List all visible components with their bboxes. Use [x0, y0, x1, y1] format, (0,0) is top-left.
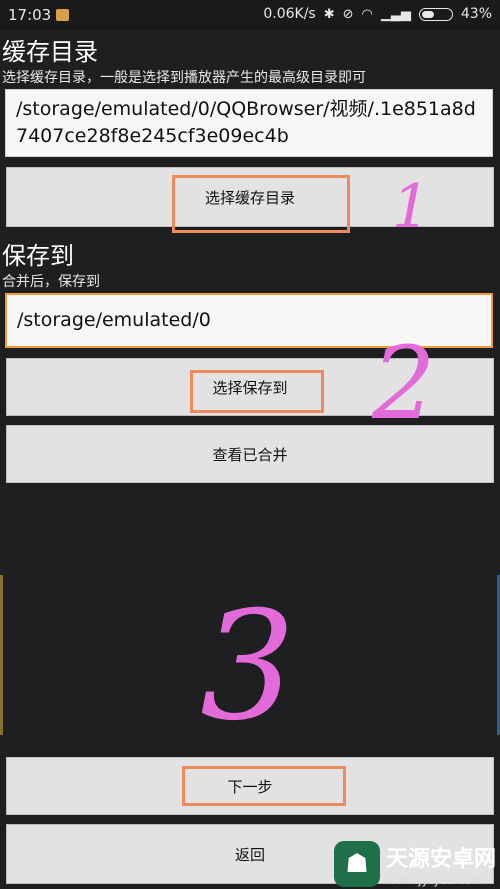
select-save-dir-button[interactable]: 选择保存到: [6, 358, 494, 416]
save-desc: 合并后，保存到: [2, 274, 100, 290]
status-time: 17:03: [8, 6, 52, 24]
battery-fill: [421, 10, 434, 18]
network-speed: 0.06K/s: [263, 6, 316, 22]
annotation-3: 3: [200, 580, 296, 754]
android-logo-icon: ☗: [333, 841, 380, 887]
watermark: ☗ 天源安卓网 www.jytyaz.com: [333, 841, 496, 887]
notification-icon: [56, 9, 69, 21]
status-bar: 17:03 0.06K/s ✱ ⊘ ◠ ▁▃▅ 43%: [0, 0, 500, 30]
watermark-url: www.jytyaz.com: [385, 873, 484, 887]
status-right: 0.06K/s ✱ ⊘ ◠ ▁▃▅ 43%: [263, 6, 492, 22]
next-step-button[interactable]: 下一步: [6, 757, 494, 815]
watermark-name: 天源安卓网: [385, 847, 496, 872]
cache-title: 缓存目录: [2, 38, 98, 66]
cache-desc: 选择缓存目录，一般是选择到播放器产生的最高级目录即可: [2, 70, 366, 86]
mute-icon: ⊘: [342, 6, 354, 22]
save-title: 保存到: [2, 242, 74, 270]
wifi-icon: ◠: [361, 6, 373, 22]
view-merged-button[interactable]: 查看已合并: [6, 425, 494, 483]
battery-icon: [418, 7, 453, 21]
signal-icon: ▁▃▅: [380, 6, 411, 22]
select-cache-dir-button[interactable]: 选择缓存目录: [6, 167, 494, 227]
bluetooth-icon: ✱: [323, 6, 335, 22]
edge-decoration-left: [0, 575, 3, 735]
cache-path-field[interactable]: /storage/emulated/0/QQBrowser/视频/.1e851a…: [5, 89, 493, 157]
battery-percent: 43%: [460, 6, 492, 22]
save-path-field[interactable]: /storage/emulated/0: [5, 293, 493, 348]
